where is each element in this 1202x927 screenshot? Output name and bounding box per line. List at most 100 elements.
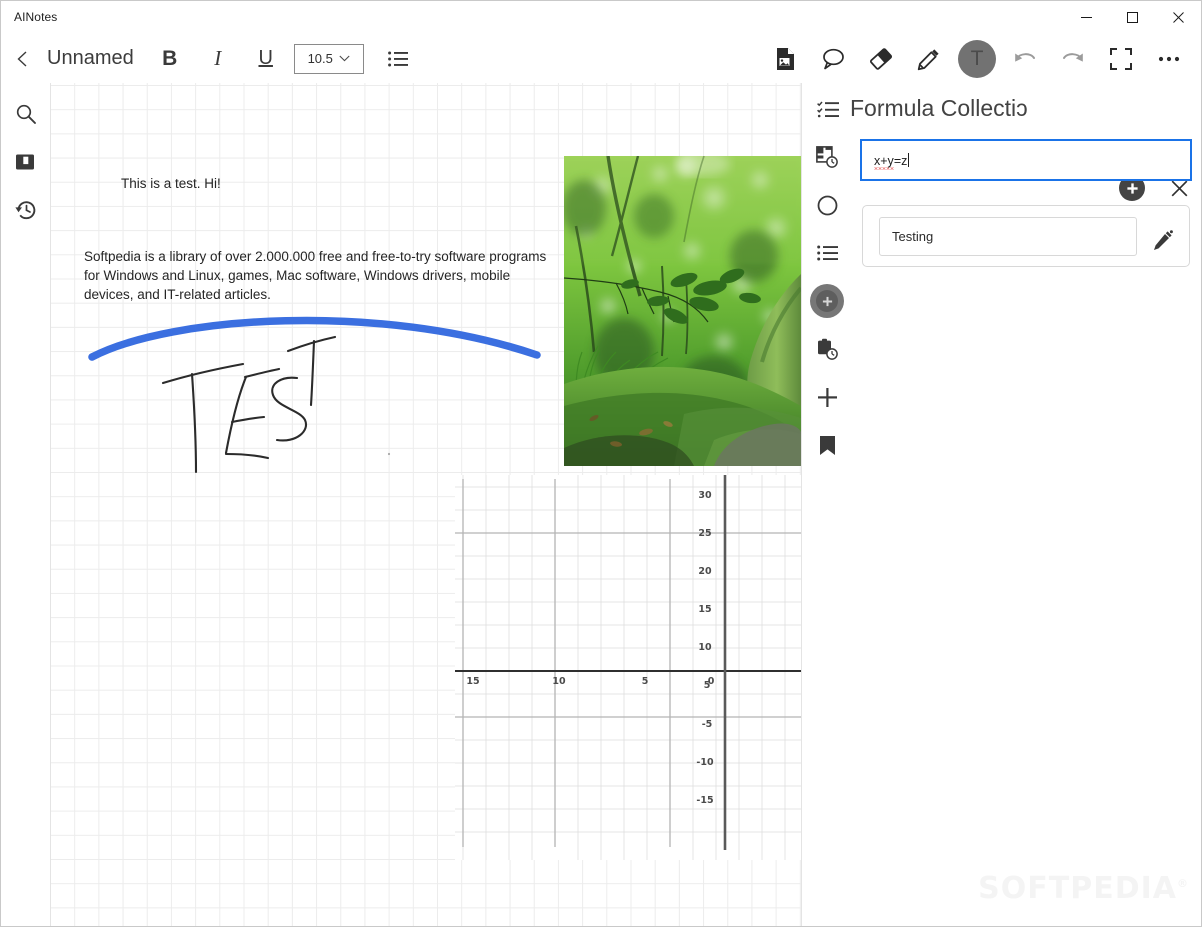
insert-image-button[interactable] — [761, 34, 809, 83]
note-canvas[interactable]: This is a test. Hi! Softpedia is a libra… — [51, 83, 801, 926]
svg-text:-10: -10 — [696, 757, 714, 768]
svg-text:-5: -5 — [702, 719, 713, 730]
inserted-photo[interactable] — [564, 156, 801, 466]
svg-text:5: 5 — [642, 676, 649, 687]
close-icon — [1171, 180, 1187, 196]
pencil-icon — [1154, 230, 1173, 250]
minimize-button[interactable] — [1063, 1, 1109, 34]
close-icon — [1172, 12, 1184, 23]
text-tool-label: T — [970, 46, 984, 70]
cartesian-grid-chart: 30 25 20 15 10 5 -5 -10 -15 15 10 5 0 — [455, 475, 801, 860]
title-bar: AINotes — [1, 1, 1201, 34]
formula-input[interactable]: x+y=z — [860, 139, 1192, 181]
table-clock-icon — [816, 146, 838, 168]
svg-text:15: 15 — [698, 604, 711, 615]
redo-icon — [1063, 52, 1083, 62]
close-button[interactable] — [1155, 1, 1201, 34]
panel-item-add[interactable] — [802, 373, 852, 421]
ink-dot — [387, 452, 391, 456]
maximize-icon — [1126, 12, 1138, 23]
svg-text:20: 20 — [698, 566, 712, 577]
back-chevron-icon — [17, 50, 27, 67]
inserted-graph[interactable]: 30 25 20 15 10 5 -5 -10 -15 15 10 5 0 — [455, 475, 801, 860]
svg-text:15: 15 — [466, 676, 479, 687]
svg-text:30: 30 — [698, 490, 712, 501]
window-controls — [1063, 1, 1201, 34]
application-window: AINotes Unnamed B I U 10.5 T This is a t… — [0, 0, 1202, 927]
document-title[interactable]: Unnamed — [45, 47, 146, 70]
minimize-icon — [1080, 17, 1092, 18]
fullscreen-icon — [1110, 47, 1132, 70]
green-forest-moss-photo — [564, 156, 801, 466]
selected-indicator — [810, 284, 844, 318]
bookmark-icon — [819, 435, 835, 455]
svg-text:10: 10 — [552, 676, 566, 687]
history-clock-icon — [14, 201, 35, 220]
fullscreen-button[interactable] — [1097, 34, 1145, 83]
undo-button[interactable] — [1001, 34, 1049, 83]
italic-button[interactable]: I — [194, 34, 242, 83]
sidebar-item-search[interactable] — [1, 90, 51, 138]
image-document-icon — [776, 47, 794, 70]
formula-panel: Formula Collectiɔ x+y=z Testing — [801, 83, 1201, 926]
font-size-value: 10.5 — [307, 51, 333, 66]
list-icon — [816, 245, 838, 261]
comment-button[interactable] — [809, 34, 857, 83]
misspelled-token: x+y — [874, 153, 894, 168]
formula-rest: =z — [893, 153, 908, 168]
panel-item-table-schedule[interactable] — [802, 133, 852, 181]
underline-button[interactable]: U — [242, 34, 290, 83]
sidebar-item-pages[interactable] — [1, 138, 51, 186]
circle-icon — [817, 195, 837, 215]
edit-formula-button[interactable] — [1151, 228, 1175, 252]
formatting-toolbar: Unnamed B I U 10.5 T — [1, 34, 1201, 84]
app-title: AINotes — [14, 10, 58, 24]
panel-item-bookmark[interactable] — [802, 421, 852, 469]
checklist-icon-wrap[interactable] — [814, 95, 842, 123]
sidebar-item-history[interactable] — [1, 186, 51, 234]
panel-item-bullet-list[interactable] — [802, 229, 852, 277]
watermark-mark: ® — [1177, 877, 1189, 890]
eraser-icon — [869, 47, 893, 70]
panel-item-shape-circle[interactable] — [802, 181, 852, 229]
bullet-list-button[interactable] — [378, 34, 418, 83]
formula-input-value: x+y=z — [874, 152, 910, 168]
toolbar-left-group: Unnamed B I U 10.5 — [1, 34, 418, 83]
redo-button[interactable] — [1049, 34, 1097, 83]
chevron-down-icon — [339, 55, 350, 62]
pen-button[interactable] — [905, 34, 953, 83]
text-caret — [908, 152, 910, 167]
y-tick-labels: 30 25 20 15 10 5 -5 -10 -15 — [696, 490, 714, 806]
panel-title: Formula Collectiɔ — [850, 95, 1028, 121]
watermark-text: SOFTPEDIA — [978, 871, 1177, 906]
panel-item-clipboard-history[interactable] — [802, 325, 852, 373]
formula-item-card[interactable]: Testing — [862, 205, 1190, 267]
svg-text:10: 10 — [698, 642, 712, 653]
plus-icon — [1126, 182, 1138, 194]
left-sidebar — [1, 83, 51, 926]
svg-text:-15: -15 — [696, 795, 713, 806]
plus-icon — [817, 387, 837, 407]
ellipsis-icon — [1158, 56, 1180, 61]
maximize-button[interactable] — [1109, 1, 1155, 34]
bold-button[interactable]: B — [146, 34, 194, 83]
pen-icon — [917, 48, 939, 70]
plus-circle-icon — [816, 290, 838, 312]
eraser-button[interactable] — [857, 34, 905, 83]
text-tool-button[interactable]: T — [958, 39, 996, 78]
toolbar-right-group: T — [761, 34, 1193, 83]
font-size-select[interactable]: 10.5 — [293, 43, 364, 74]
more-options-button[interactable] — [1145, 34, 1193, 83]
undo-icon — [1015, 52, 1035, 62]
formula-item-name-input[interactable]: Testing — [879, 217, 1137, 256]
panel-item-add-formula[interactable] — [802, 277, 852, 325]
plus-glyph-icon — [822, 296, 832, 306]
checklist-icon — [817, 101, 839, 118]
svg-text:0: 0 — [708, 676, 715, 687]
back-button[interactable] — [1, 34, 45, 83]
handwritten-test — [161, 335, 337, 474]
panel-sidebar — [802, 133, 852, 926]
page-folder-icon — [16, 154, 34, 170]
bullet-list-icon — [387, 51, 408, 66]
svg-text:25: 25 — [698, 528, 711, 539]
